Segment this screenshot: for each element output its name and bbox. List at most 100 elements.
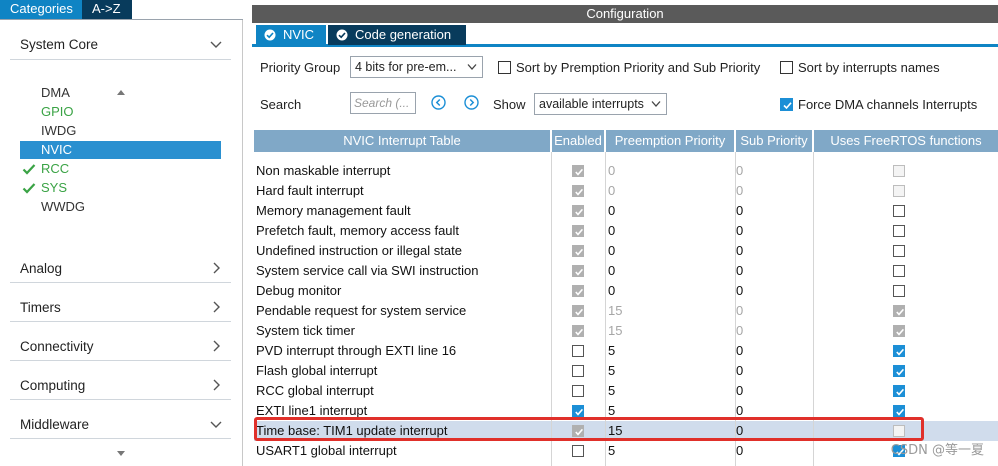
enabled-checkbox: [572, 165, 584, 177]
sub-priority-value[interactable]: 0: [736, 361, 806, 381]
preemption-priority-value[interactable]: 15: [608, 301, 728, 321]
tab-a-to-z[interactable]: A->Z: [82, 0, 132, 19]
enabled-checkbox[interactable]: [572, 345, 584, 357]
table-row[interactable]: System tick timer 15 0: [254, 321, 998, 341]
section-middleware[interactable]: Middleware: [20, 413, 223, 437]
preemption-priority-value[interactable]: 0: [608, 281, 728, 301]
table-row[interactable]: System service call via SWI instruction 0…: [254, 261, 998, 281]
tab-categories[interactable]: Categories: [0, 0, 82, 19]
sidebar-item-wwdg[interactable]: WWDG: [20, 198, 221, 216]
sub-priority-value[interactable]: 0: [736, 321, 806, 341]
search-previous-icon[interactable]: [431, 95, 446, 110]
sidebar-item-gpio[interactable]: GPIO: [20, 103, 221, 121]
preemption-priority-value[interactable]: 5: [608, 381, 728, 401]
divider: [10, 59, 231, 60]
table-row[interactable]: Pendable request for system service 15 0: [254, 301, 998, 321]
freertos-checkbox[interactable]: [893, 285, 905, 297]
freertos-checkbox[interactable]: [893, 225, 905, 237]
sub-priority-value[interactable]: 0: [736, 161, 806, 181]
sort-names-checkbox[interactable]: [780, 61, 793, 74]
col-header-enabled[interactable]: Enabled: [552, 130, 606, 152]
freertos-checkbox[interactable]: [893, 405, 905, 417]
table-row[interactable]: Debug monitor 0 0: [254, 281, 998, 301]
checkmark-icon: [575, 168, 584, 176]
sub-priority-value[interactable]: 0: [736, 201, 806, 221]
freertos-checkbox[interactable]: [893, 245, 905, 257]
tab-nvic[interactable]: NVIC: [256, 25, 326, 45]
priority-group-select[interactable]: 4 bits for pre-em...: [350, 56, 483, 78]
preemption-priority-value[interactable]: 5: [608, 441, 728, 461]
enabled-checkbox[interactable]: [572, 445, 584, 457]
sidebar-item-sys[interactable]: SYS: [20, 179, 221, 197]
sub-priority-value[interactable]: 0: [736, 441, 806, 461]
table-row[interactable]: PVD interrupt through EXTI line 16 5 0: [254, 341, 998, 361]
divider: [10, 360, 231, 361]
checkmark-icon: [896, 348, 905, 356]
col-header-freertos[interactable]: Uses FreeRTOS functions: [814, 130, 998, 152]
scroll-down-icon[interactable]: [116, 450, 126, 458]
force-dma-checkbox[interactable]: [780, 98, 793, 111]
freertos-checkbox[interactable]: [893, 365, 905, 377]
section-analog[interactable]: Analog: [20, 257, 223, 281]
tab-nvic-label: NVIC: [283, 27, 315, 42]
preemption-priority-value[interactable]: 0: [608, 241, 728, 261]
preemption-priority-value[interactable]: 5: [608, 341, 728, 361]
section-label: Timers: [20, 300, 61, 315]
freertos-checkbox: [893, 185, 905, 197]
section-timers[interactable]: Timers: [20, 296, 223, 320]
check-circle-icon: [264, 29, 276, 41]
preemption-priority-value[interactable]: 15: [608, 321, 728, 341]
enabled-checkbox: [572, 225, 584, 237]
show-label: Show: [493, 97, 526, 112]
sub-priority-value[interactable]: 0: [736, 341, 806, 361]
sub-priority-value[interactable]: 0: [736, 281, 806, 301]
freertos-checkbox[interactable]: [893, 345, 905, 357]
table-row[interactable]: Prefetch fault, memory access fault 0 0: [254, 221, 998, 241]
search-input[interactable]: Search (...: [350, 92, 416, 114]
sidebar-item-iwdg[interactable]: IWDG: [20, 122, 221, 140]
enabled-checkbox[interactable]: [572, 385, 584, 397]
col-header-sub[interactable]: Sub Priority: [736, 130, 814, 152]
enabled-checkbox: [572, 265, 584, 277]
freertos-checkbox[interactable]: [893, 385, 905, 397]
sub-priority-value[interactable]: 0: [736, 381, 806, 401]
search-next-icon[interactable]: [464, 95, 479, 110]
table-row[interactable]: Undefined instruction or illegal state 0 0: [254, 241, 998, 261]
sidebar-item-nvic[interactable]: NVIC: [20, 141, 221, 159]
sidebar-item-dma[interactable]: DMA: [20, 84, 221, 102]
enabled-checkbox[interactable]: [572, 405, 584, 417]
col-header-preemption[interactable]: Preemption Priority: [606, 130, 736, 152]
sub-priority-value[interactable]: 0: [736, 301, 806, 321]
table-row[interactable]: Hard fault interrupt 0 0: [254, 181, 998, 201]
preemption-priority-value[interactable]: 0: [608, 221, 728, 241]
check-circle-icon: [336, 29, 348, 41]
table-row[interactable]: Flash global interrupt 5 0: [254, 361, 998, 381]
table-row[interactable]: Non maskable interrupt 0 0: [254, 161, 998, 181]
freertos-checkbox[interactable]: [893, 265, 905, 277]
tab-code-generation[interactable]: Code generation: [328, 25, 466, 45]
table-row[interactable]: RCC global interrupt 5 0: [254, 381, 998, 401]
configuration-title: Configuration: [252, 5, 998, 23]
checkmark-icon: [896, 368, 905, 376]
freertos-checkbox[interactable]: [893, 205, 905, 217]
preemption-priority-value[interactable]: 5: [608, 361, 728, 381]
preemption-priority-value[interactable]: 0: [608, 201, 728, 221]
sub-priority-value[interactable]: 0: [736, 181, 806, 201]
preemption-priority-value[interactable]: 0: [608, 161, 728, 181]
table-row[interactable]: USART1 global interrupt 5 0: [254, 441, 998, 461]
sub-priority-value[interactable]: 0: [736, 241, 806, 261]
preemption-priority-value[interactable]: 0: [608, 261, 728, 281]
preemption-priority-value[interactable]: 0: [608, 181, 728, 201]
freertos-checkbox: [893, 305, 905, 317]
show-select[interactable]: available interrupts: [534, 93, 667, 115]
sort-preemption-checkbox[interactable]: [498, 61, 511, 74]
sub-priority-value[interactable]: 0: [736, 261, 806, 281]
sub-priority-value[interactable]: 0: [736, 221, 806, 241]
col-header-name[interactable]: NVIC Interrupt Table: [254, 130, 552, 152]
section-system-core[interactable]: System Core: [20, 33, 223, 57]
section-connectivity[interactable]: Connectivity: [20, 335, 223, 359]
enabled-checkbox[interactable]: [572, 365, 584, 377]
sidebar-item-rcc[interactable]: RCC: [20, 160, 221, 178]
section-computing[interactable]: Computing: [20, 374, 223, 398]
table-row[interactable]: Memory management fault 0 0: [254, 201, 998, 221]
